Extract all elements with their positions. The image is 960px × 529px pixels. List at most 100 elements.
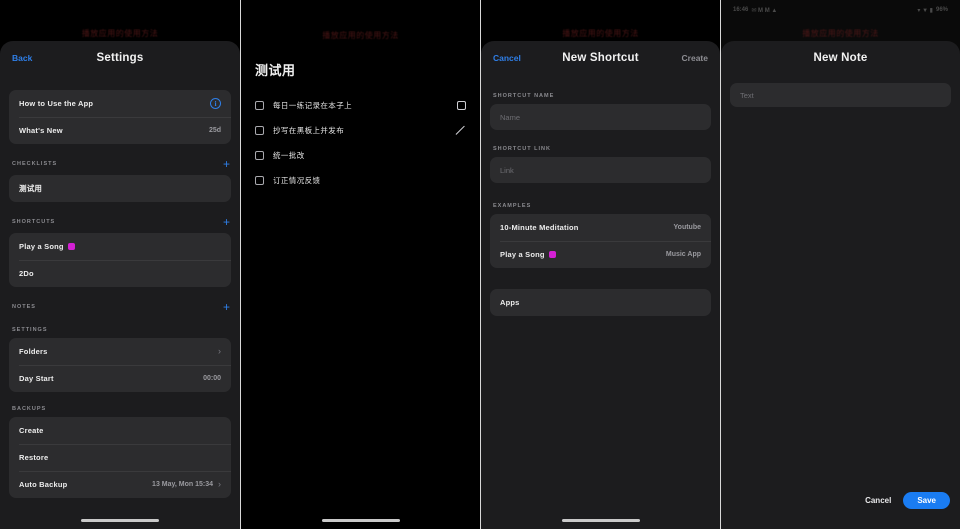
checklist-item-label: 每日一练记录在本子上 bbox=[273, 101, 352, 110]
add-note-button[interactable]: + bbox=[223, 301, 230, 313]
shortcut-link-label: SHORTCUT LINK bbox=[493, 146, 551, 152]
row-label: 10-Minute Meditation bbox=[500, 223, 579, 232]
status-bar-right: ▾ ▼ ▮ 96% bbox=[917, 7, 948, 14]
new-shortcut-sheet: Cancel New Shortcut Create SHORTCUT NAME… bbox=[481, 41, 720, 529]
row-label: Folders bbox=[19, 347, 48, 356]
save-button[interactable]: Save bbox=[903, 492, 950, 509]
checklist-item-label: 统一批改 bbox=[273, 151, 305, 160]
add-shortcut-button[interactable]: + bbox=[223, 216, 230, 228]
watermark-text: 播放应用的使用方法 bbox=[322, 31, 399, 40]
checklists-group-header: CHECKLISTS + bbox=[0, 158, 240, 170]
panel-new-note: 16:46 ✉ M M ▲ ▾ ▼ ▮ 96% 播放应用的使用方法 New No… bbox=[720, 0, 960, 529]
row-day-start[interactable]: Day Start 00:00 bbox=[9, 365, 231, 392]
checkbox-icon[interactable] bbox=[457, 101, 466, 110]
new-note-navbar: New Note bbox=[721, 41, 960, 75]
shortcut-name-input[interactable]: Name bbox=[490, 104, 711, 130]
group-label: SETTINGS bbox=[12, 327, 48, 333]
row-auto-backup[interactable]: Auto Backup 13 May, Mon 15:34 › bbox=[9, 471, 231, 498]
watermark-text: 播放应用的使用方法 bbox=[802, 29, 879, 38]
status-bar-left: 16:46 ✉ M M ▲ bbox=[733, 7, 777, 14]
checklist-row-left: 抄写在黑板上并发布 bbox=[255, 125, 344, 136]
checkbox-icon[interactable] bbox=[255, 176, 264, 185]
new-shortcut-navbar: Cancel New Shortcut Create bbox=[481, 41, 720, 75]
checklist-row[interactable]: 订正情况反馈 bbox=[241, 168, 480, 193]
music-badge-icon bbox=[548, 251, 556, 258]
new-note-sheet: New Note Text bbox=[721, 41, 960, 529]
home-indicator bbox=[561, 519, 640, 522]
backups-group-header: BACKUPS bbox=[0, 406, 240, 412]
notes-group-header: NOTES + bbox=[0, 301, 240, 313]
settings-sheet: Back Settings How to Use the App i What'… bbox=[0, 41, 240, 529]
page-title: Settings bbox=[96, 52, 144, 64]
home-indicator bbox=[81, 519, 159, 522]
row-shortcut-2do[interactable]: 2Do bbox=[9, 260, 231, 287]
shortcut-name-label: SHORTCUT NAME bbox=[493, 93, 555, 99]
group-label: BACKUPS bbox=[12, 406, 47, 412]
checklist-items: 每日一练记录在本子上 抄写在黑板上并发布 统一批改 订正情况反馈 bbox=[241, 93, 480, 193]
auto-backup-trailing: 13 May, Mon 15:34 › bbox=[152, 480, 221, 489]
backups-card: Create Restore Auto Backup 13 May, Mon 1… bbox=[9, 417, 231, 498]
watermark-text: 播放应用的使用方法 bbox=[562, 29, 639, 38]
checkbox-icon[interactable] bbox=[255, 151, 264, 160]
checkbox-icon[interactable] bbox=[255, 126, 264, 135]
examples-group-header: EXAMPLES bbox=[481, 203, 720, 209]
row-shortcut-play-a-song[interactable]: Play a Song bbox=[9, 233, 231, 260]
checklist-row[interactable]: 统一批改 bbox=[241, 143, 480, 168]
row-label: Play a Song bbox=[19, 242, 75, 251]
whats-new-age: 25d bbox=[208, 127, 221, 134]
auto-backup-date: 13 May, Mon 15:34 bbox=[152, 481, 213, 488]
group-label: EXAMPLES bbox=[493, 203, 532, 209]
row-label: 测试用 bbox=[19, 184, 43, 193]
example-source: Youtube bbox=[673, 224, 701, 231]
checklist-row[interactable]: 抄写在黑板上并发布 bbox=[241, 118, 480, 143]
add-checklist-button[interactable]: + bbox=[223, 158, 230, 170]
chevron-right-icon: › bbox=[218, 346, 221, 356]
group-label: NOTES bbox=[12, 304, 36, 310]
shortcuts-group-header: SHORTCUTS + bbox=[0, 216, 240, 228]
info-icon[interactable]: i bbox=[210, 98, 221, 109]
row-label: 2Do bbox=[19, 269, 34, 278]
checkbox-icon[interactable] bbox=[255, 101, 264, 110]
cancel-button[interactable]: Cancel bbox=[865, 496, 891, 505]
home-indicator bbox=[321, 519, 400, 522]
row-example-play-a-song[interactable]: Play a Song Music App bbox=[490, 241, 711, 268]
pencil-icon[interactable] bbox=[455, 125, 466, 136]
group-label: CHECKLISTS bbox=[12, 161, 58, 167]
row-checklist-item[interactable]: 测试用 bbox=[9, 175, 231, 202]
panel-checklist: 播放应用的使用方法 测试用 每日一练记录在本子上 抄写在黑板上并发布 统一批改 … bbox=[240, 0, 480, 529]
status-right-icons: ▾ ▼ ▮ bbox=[917, 7, 933, 14]
row-how-to-use[interactable]: How to Use the App i bbox=[9, 90, 231, 117]
note-text-input[interactable]: Text bbox=[730, 83, 951, 107]
row-folders[interactable]: Folders › bbox=[9, 338, 231, 365]
settings-card: Folders › Day Start 00:00 bbox=[9, 338, 231, 392]
row-restore-backup[interactable]: Restore bbox=[9, 444, 231, 471]
row-create-backup[interactable]: Create bbox=[9, 417, 231, 444]
row-label: Restore bbox=[19, 453, 49, 462]
panel-new-shortcut: 播放应用的使用方法 Cancel New Shortcut Create SHO… bbox=[480, 0, 720, 529]
row-example-meditation[interactable]: 10-Minute Meditation Youtube bbox=[490, 214, 711, 241]
checklist-row[interactable]: 每日一练记录在本子上 bbox=[241, 93, 480, 118]
checklist-row-left: 统一批改 bbox=[255, 150, 305, 161]
row-label: How to Use the App bbox=[19, 99, 94, 108]
row-label: Apps bbox=[500, 298, 520, 307]
shortcut-link-input[interactable]: Link bbox=[490, 157, 711, 183]
shortcut-name-placeholder: Name bbox=[500, 112, 521, 122]
screenshot-strip: 播放应用的使用方法 Back Settings How to Use the A… bbox=[0, 0, 960, 529]
row-whats-new[interactable]: What's New 25d bbox=[9, 117, 231, 144]
row-apps[interactable]: Apps bbox=[490, 289, 711, 316]
status-time: 16:46 bbox=[733, 7, 749, 13]
row-label: Play a Song bbox=[500, 250, 556, 259]
create-button[interactable]: Create bbox=[682, 53, 708, 63]
row-label: What's New bbox=[19, 126, 63, 135]
row-label: Auto Backup bbox=[19, 480, 68, 489]
cancel-button[interactable]: Cancel bbox=[493, 53, 521, 63]
panel-settings: 播放应用的使用方法 Back Settings How to Use the A… bbox=[0, 0, 240, 529]
note-action-bar: Cancel Save bbox=[865, 492, 950, 509]
page-title: New Note bbox=[813, 52, 868, 64]
back-button[interactable]: Back bbox=[12, 53, 32, 63]
note-text-placeholder: Text bbox=[740, 90, 754, 100]
status-left-icons: ✉ M M ▲ bbox=[751, 7, 778, 14]
checklist-item-label: 抄写在黑板上并发布 bbox=[273, 126, 345, 135]
checklist-row-left: 每日一练记录在本子上 bbox=[255, 100, 352, 111]
examples-card: 10-Minute Meditation Youtube Play a Song… bbox=[490, 214, 711, 268]
